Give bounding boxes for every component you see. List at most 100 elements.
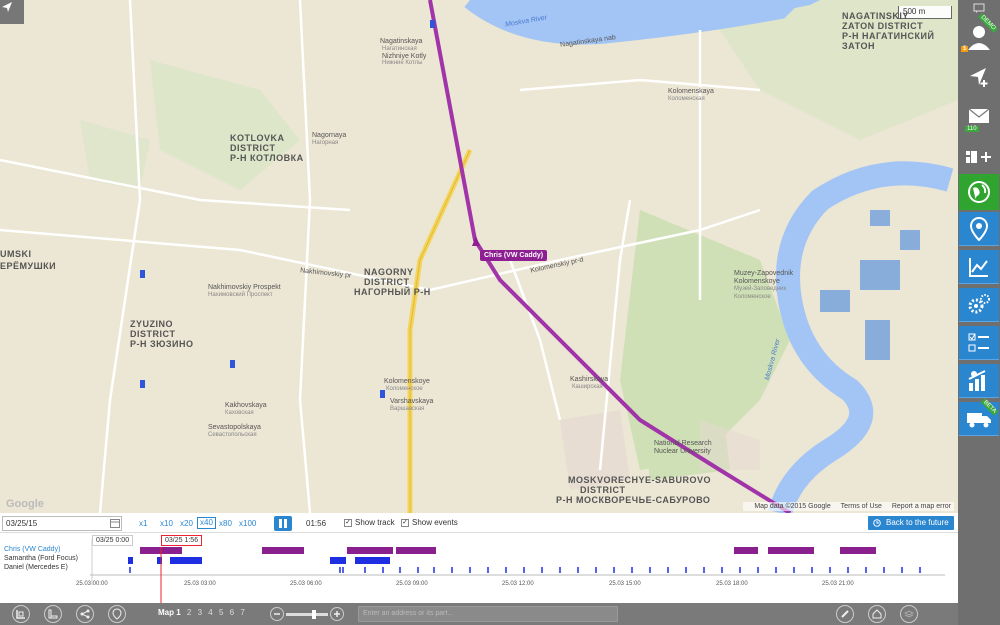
pin-icon: [112, 608, 122, 620]
settings-button[interactable]: [959, 288, 999, 322]
timeline-tick: 25.03 12:00: [502, 581, 534, 587]
map-label: Коломенское: [386, 386, 423, 392]
show-track-checkbox[interactable]: ✓ Show track: [344, 518, 395, 527]
plus-icon: [334, 611, 340, 617]
layers-button[interactable]: [12, 605, 30, 623]
ruler-button[interactable]: [44, 605, 62, 623]
speed-x1[interactable]: x1: [139, 519, 147, 528]
timeline-current-marker[interactable]: 03/25 1:56: [161, 535, 203, 546]
add-widget-button[interactable]: [959, 140, 999, 174]
user-button[interactable]: $ DEMO: [959, 13, 999, 56]
map-selector: Map 1 2 3 4 5 6 7: [158, 608, 245, 617]
ruler-icon: [48, 609, 58, 619]
bar-growth-icon: [968, 369, 986, 391]
map-label: Kolomenskaya: [668, 88, 714, 95]
widget-plus-icon: [966, 151, 991, 163]
map-tab[interactable]: 2: [187, 608, 191, 617]
map-label: Каширская: [572, 384, 603, 390]
analytics-button[interactable]: [959, 364, 999, 398]
pin-button[interactable]: [108, 605, 126, 623]
playback-time: 01:56: [306, 519, 327, 528]
map-label: Нагорная: [312, 140, 339, 146]
speed-x40[interactable]: x40: [197, 517, 216, 529]
bottom-toolbar: Map 1 2 3 4 5 6 7 Enter an address or it…: [0, 603, 958, 625]
date-input[interactable]: 03/25/15: [2, 516, 122, 531]
tasks-button[interactable]: [959, 326, 999, 360]
map-layer-button[interactable]: [959, 174, 999, 210]
checklist-icon: [968, 333, 989, 351]
map-tab[interactable]: 3: [198, 608, 202, 617]
right-sidebar: $ DEMO 110 BETA: [958, 0, 1000, 625]
home-button[interactable]: [868, 605, 886, 623]
map-label: ЕРЁМУШКИ: [0, 261, 57, 271]
globe-icon: [968, 181, 990, 203]
map-tab[interactable]: 7: [240, 608, 244, 617]
map-tab[interactable]: 5: [219, 608, 223, 617]
map-label: Нижние Котлы: [382, 60, 423, 66]
address-search-input[interactable]: Enter an address or its part...: [358, 606, 618, 622]
zoom-slider[interactable]: [286, 610, 328, 619]
pause-icon: [279, 519, 287, 528]
chat-button[interactable]: [959, 0, 999, 16]
playback-panel: 03/25/15 x1 x10 x20 x40 x80 x100 01:56 ✓…: [0, 513, 958, 625]
speed-x100[interactable]: x100: [239, 519, 256, 528]
stack-icon: [904, 610, 914, 618]
back-to-future-label: Back to the future: [886, 518, 949, 527]
share-icon: [80, 609, 90, 619]
timeline-start-marker: 03/25 0:00: [92, 535, 134, 546]
map-label: Kolomenskoye: [734, 278, 780, 285]
zoom-out-button[interactable]: [270, 607, 284, 621]
map-footer: Map data ©2015 Google Terms of Use Repor…: [743, 502, 954, 511]
timeline-tick: 25.03 21:00: [822, 581, 854, 587]
add-route-button[interactable]: [959, 60, 999, 94]
geofence-button[interactable]: [959, 212, 999, 246]
vehicle-label[interactable]: Chris (VW Caddy): [480, 250, 548, 261]
compass-button[interactable]: [0, 0, 24, 24]
location-pin-icon: [970, 216, 988, 241]
map-label: UMSKI: [0, 249, 32, 259]
truck-icon: [967, 412, 991, 427]
delivery-button[interactable]: BETA: [959, 398, 999, 436]
map-label: Каховская: [225, 410, 254, 416]
map-label: Музей-Заповедник: [734, 286, 787, 292]
timeline-bars: [90, 539, 945, 603]
navigate-arrow-icon: [2, 2, 12, 12]
layers-icon: [16, 610, 25, 619]
mail-icon: [968, 108, 990, 123]
clear-button[interactable]: [836, 605, 854, 623]
map-label: Kashirskaya: [570, 376, 609, 383]
speed-x20[interactable]: x20: [180, 519, 193, 528]
calendar-icon[interactable]: [110, 519, 120, 528]
layers-stack-button[interactable]: [900, 605, 918, 623]
timeline[interactable]: Chris (VW Caddy) Samantha (Ford Focus) D…: [0, 533, 958, 603]
map-label: Nakhimovskiy Prospekt: [208, 284, 281, 291]
terms-link[interactable]: Terms of Use: [841, 503, 882, 510]
map-label: Varshavskaya: [390, 398, 434, 405]
app-root: 500 m Moskva River Nagatinskaya Нагатинс…: [0, 0, 1000, 625]
line-chart-icon: [969, 257, 988, 277]
map-view[interactable]: 500 m Moskva River Nagatinskaya Нагатинс…: [0, 0, 958, 513]
share-button[interactable]: [76, 605, 94, 623]
timeline-tick: 25.03 09:00: [396, 581, 428, 587]
pause-button[interactable]: [274, 516, 292, 531]
playback-toolbar: 03/25/15 x1 x10 x20 x40 x80 x100 01:56 ✓…: [0, 513, 958, 533]
map-label: Nagornaya: [312, 132, 347, 139]
zoom-slider-handle[interactable]: [312, 610, 316, 619]
speed-x80[interactable]: x80: [219, 519, 232, 528]
home-icon: [872, 609, 882, 619]
map-label: Севастопольская: [208, 432, 257, 438]
messages-button[interactable]: 110: [959, 100, 999, 134]
show-events-checkbox[interactable]: ✓ Show events: [401, 518, 458, 527]
map-tab[interactable]: 4: [208, 608, 212, 617]
map-tab-active[interactable]: Map 1: [158, 608, 181, 617]
report-error-link[interactable]: Report a map error: [892, 503, 951, 510]
map-base: [0, 0, 958, 513]
navigate-plus-icon: [970, 68, 988, 87]
zoom-in-button[interactable]: [330, 607, 344, 621]
reports-chart-button[interactable]: [959, 250, 999, 284]
map-label: Kakhovskaya: [225, 402, 267, 409]
speed-x10[interactable]: x10: [160, 519, 173, 528]
timeline-tick: 25.03 00:00: [76, 581, 108, 587]
map-tab[interactable]: 6: [230, 608, 234, 617]
back-to-future-button[interactable]: Back to the future: [868, 516, 954, 530]
